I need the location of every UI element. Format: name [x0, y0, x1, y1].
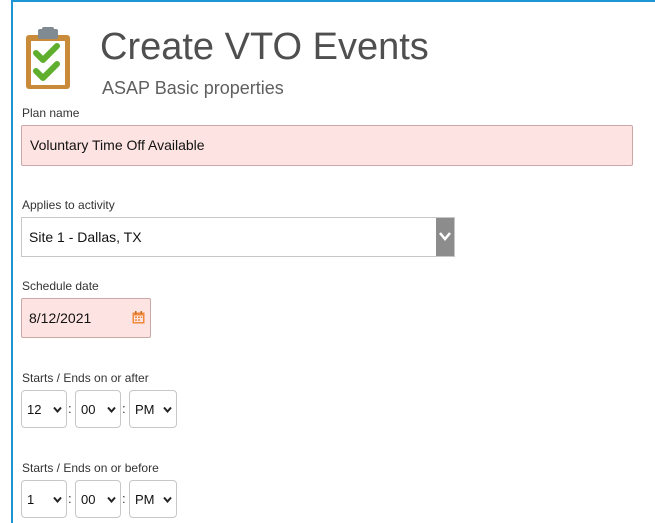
start-ampm-value: PM — [135, 402, 155, 417]
activity-select[interactable]: Site 1 - Dallas, TX — [21, 217, 455, 257]
chevron-down-icon — [163, 496, 172, 503]
time-separator: : — [122, 401, 126, 416]
schedule-date-value: 8/12/2021 — [29, 310, 92, 326]
start-ampm-select[interactable]: PM — [129, 390, 177, 428]
schedule-date-label: Schedule date — [22, 279, 99, 293]
calendar-icon[interactable] — [132, 311, 145, 324]
activity-dropdown-button[interactable] — [436, 218, 454, 256]
time-separator: : — [122, 491, 126, 506]
plan-name-input[interactable]: Voluntary Time Off Available — [21, 125, 633, 166]
activity-label: Applies to activity — [22, 198, 115, 212]
page-title: Create VTO Events — [100, 26, 429, 68]
clipboard-checklist-icon — [26, 27, 70, 89]
end-minute-select[interactable]: 00 — [75, 480, 121, 518]
activity-selected-value: Site 1 - Dallas, TX — [29, 229, 142, 245]
start-hour-value: 12 — [27, 402, 42, 417]
chevron-down-icon — [107, 406, 116, 413]
end-ampm-select[interactable]: PM — [129, 480, 177, 518]
chevron-down-icon — [163, 406, 172, 413]
time-separator: : — [68, 491, 72, 506]
chevron-down-icon — [107, 496, 116, 503]
start-time-label: Starts / Ends on or after — [22, 371, 149, 385]
schedule-date-input[interactable]: 8/12/2021 — [21, 298, 151, 338]
end-minute-value: 00 — [81, 492, 96, 507]
end-ampm-value: PM — [135, 492, 155, 507]
chevron-down-icon — [53, 496, 62, 503]
end-hour-value: 1 — [27, 492, 35, 507]
start-minute-select[interactable]: 00 — [75, 390, 121, 428]
end-hour-select[interactable]: 1 — [21, 480, 67, 518]
page-subtitle: ASAP Basic properties — [102, 78, 284, 98]
plan-name-label: Plan name — [22, 106, 80, 120]
chevron-down-icon — [53, 406, 62, 413]
chevron-down-icon — [439, 232, 451, 241]
frame-left-border — [11, 0, 13, 523]
start-hour-select[interactable]: 12 — [21, 390, 67, 428]
time-separator: : — [68, 401, 72, 416]
frame-top-border — [11, 0, 655, 2]
end-time-label: Starts / Ends on or before — [22, 461, 159, 475]
start-minute-value: 00 — [81, 402, 96, 417]
